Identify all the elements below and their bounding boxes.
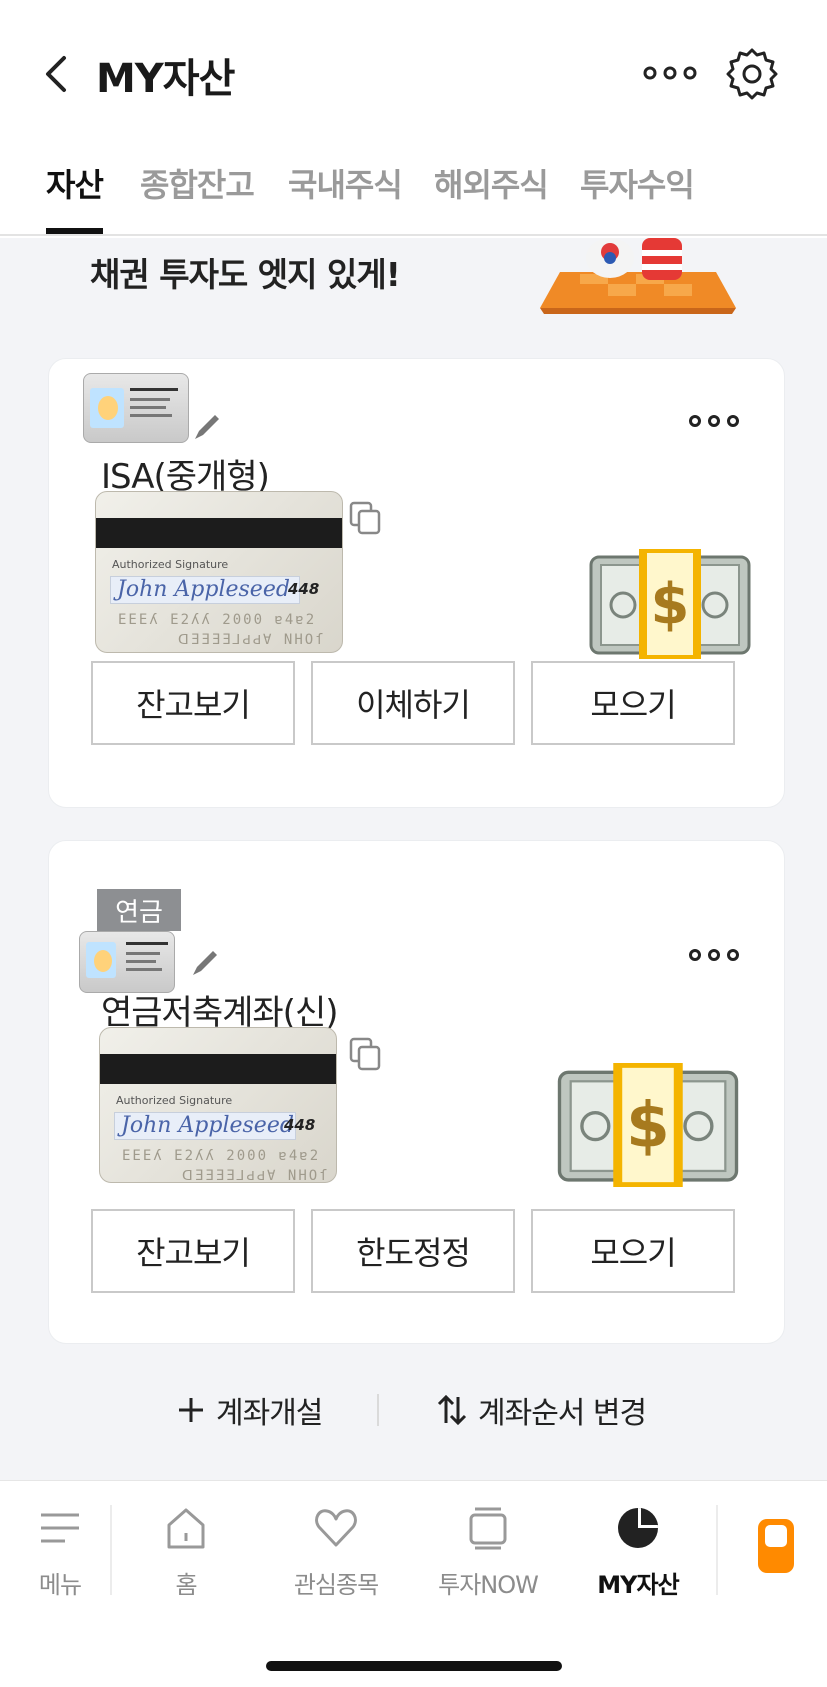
savings-button[interactable]: 모으기 <box>531 1209 735 1293</box>
card-emboss-line-2: ᗡƎƎƎƎ⅃ԀԀ∀ NHOſ <box>178 632 326 648</box>
nav-watchlist[interactable]: 관심종목 <box>276 1505 396 1600</box>
tab-assets[interactable]: 자산 <box>46 160 104 206</box>
edit-pencil-icon[interactable] <box>191 411 223 443</box>
card-auth-label: Authorized Signature <box>116 1094 233 1107</box>
view-balance-button[interactable]: 잔고보기 <box>91 661 295 745</box>
card-emboss-line-1: EEEʎ E2ʎʎ 2000 ɐ4ɐ2 <box>122 1148 321 1164</box>
account-number-card[interactable]: Authorized Signature John Appleseed 448 … <box>95 491 343 653</box>
pie-chart-icon <box>618 1508 658 1548</box>
open-account-label: 계좌개설 <box>216 1396 323 1431</box>
tab-total-balance[interactable]: 종합잔고 <box>140 160 255 206</box>
chess-board-illustration <box>540 238 736 314</box>
view-balance-button[interactable]: 잔고보기 <box>91 1209 295 1293</box>
account-number-card[interactable]: Authorized Signature John Appleseed 448 … <box>99 1027 337 1183</box>
card-signature: John Appleseed <box>114 1112 296 1140</box>
account-card-pension: 연금 연금저축계좌(신) Authorized Signature John A… <box>48 840 785 1344</box>
money-bag-icon: $ <box>557 1063 739 1187</box>
card-emboss: EEEʎ E2ʎʎ 2000 ɐ4ɐ2 ᗡƎƎƎƎ⅃ԀԀ∀ NHOſ <box>122 1146 330 1183</box>
app-header: MY자산 <box>0 0 827 148</box>
nav-divider <box>110 1505 112 1595</box>
card-auth-label: Authorized Signature <box>112 558 229 571</box>
sort-arrows-icon <box>437 1394 467 1426</box>
cards-icon <box>469 1507 507 1550</box>
account-actions: 계좌개설 계좌순서 변경 <box>0 1380 827 1440</box>
plus-icon <box>179 1398 203 1422</box>
nav-home[interactable]: 홈 <box>126 1505 246 1600</box>
nav-label-home: 홈 <box>175 1571 197 1599</box>
id-card-icon <box>79 931 175 993</box>
card-emboss-line-1: EEEʎ E2ʎʎ 2000 ɐ4ɐ2 <box>118 612 317 628</box>
nav-label-menu: 메뉴 <box>38 1571 82 1599</box>
promo-banner-text[interactable]: 채권 투자도 엣지 있게! <box>90 248 401 296</box>
tab-domestic-stocks[interactable]: 국내주식 <box>288 160 403 206</box>
svg-text:$: $ <box>626 1088 670 1161</box>
tab-foreign-stocks[interactable]: 해외주식 <box>434 160 549 206</box>
back-arrow-icon[interactable] <box>40 52 74 96</box>
reorder-accounts-button[interactable]: 계좌순서 변경 <box>436 1388 647 1432</box>
svg-text:$: $ <box>651 572 690 637</box>
account-more-icon[interactable] <box>687 945 741 965</box>
account-card-isa: ISA(중개형) Authorized Signature John Apple… <box>48 358 785 808</box>
active-tab-indicator <box>46 228 103 234</box>
home-indicator <box>266 1661 562 1671</box>
id-card-icon <box>83 373 189 443</box>
page-title: MY자산 <box>96 56 235 102</box>
nav-phone[interactable] <box>716 1505 827 1575</box>
heart-icon <box>315 1509 357 1547</box>
tab-bar: 자산 종합잔고 국내주식 해외주식 투자수익 <box>0 148 827 236</box>
home-icon <box>167 1508 205 1549</box>
copy-icon[interactable] <box>349 501 381 535</box>
account-more-icon[interactable] <box>687 411 741 431</box>
phone-icon <box>758 1519 794 1573</box>
menu-icon <box>41 1513 79 1543</box>
nav-menu[interactable]: 메뉴 <box>0 1505 120 1600</box>
open-account-button[interactable]: 계좌개설 <box>176 1388 323 1432</box>
pension-badge: 연금 <box>97 889 181 931</box>
nav-invest-now[interactable]: 투자NOW <box>428 1505 548 1600</box>
transfer-button[interactable]: 이체하기 <box>311 661 515 745</box>
nav-label-my-assets: MY자산 <box>597 1571 679 1599</box>
savings-button[interactable]: 모으기 <box>531 661 735 745</box>
card-cvv: 448 <box>284 1116 316 1134</box>
nav-label-watchlist: 관심종목 <box>293 1571 379 1599</box>
nav-my-assets[interactable]: MY자산 <box>578 1505 698 1600</box>
copy-icon[interactable] <box>349 1037 381 1071</box>
limit-adjust-button[interactable]: 한도정정 <box>311 1209 515 1293</box>
edit-pencil-icon[interactable] <box>189 947 221 979</box>
reorder-accounts-label: 계좌순서 변경 <box>478 1396 647 1431</box>
card-emboss: EEEʎ E2ʎʎ 2000 ɐ4ɐ2 ᗡƎƎƎƎ⅃ԀԀ∀ NHOſ <box>118 610 326 650</box>
nav-label-invest-now: 투자NOW <box>438 1571 539 1599</box>
divider <box>377 1394 379 1426</box>
settings-gear-icon[interactable] <box>724 46 780 102</box>
tab-investment-returns[interactable]: 투자수익 <box>580 160 695 206</box>
bottom-navigation: 메뉴 홈 관심종목 투자NOW MY자산 <box>0 1480 827 1687</box>
card-cvv: 448 <box>288 580 320 598</box>
money-bag-icon: $ <box>589 549 751 659</box>
card-signature: John Appleseed <box>110 576 300 604</box>
main-content[interactable]: 채권 투자도 엣지 있게! ISA(중개형) Authorized Signat… <box>0 238 827 1480</box>
more-options-icon[interactable] <box>640 58 700 88</box>
card-emboss-line-2: ᗡƎƎƎƎ⅃ԀԀ∀ NHOſ <box>182 1168 330 1183</box>
